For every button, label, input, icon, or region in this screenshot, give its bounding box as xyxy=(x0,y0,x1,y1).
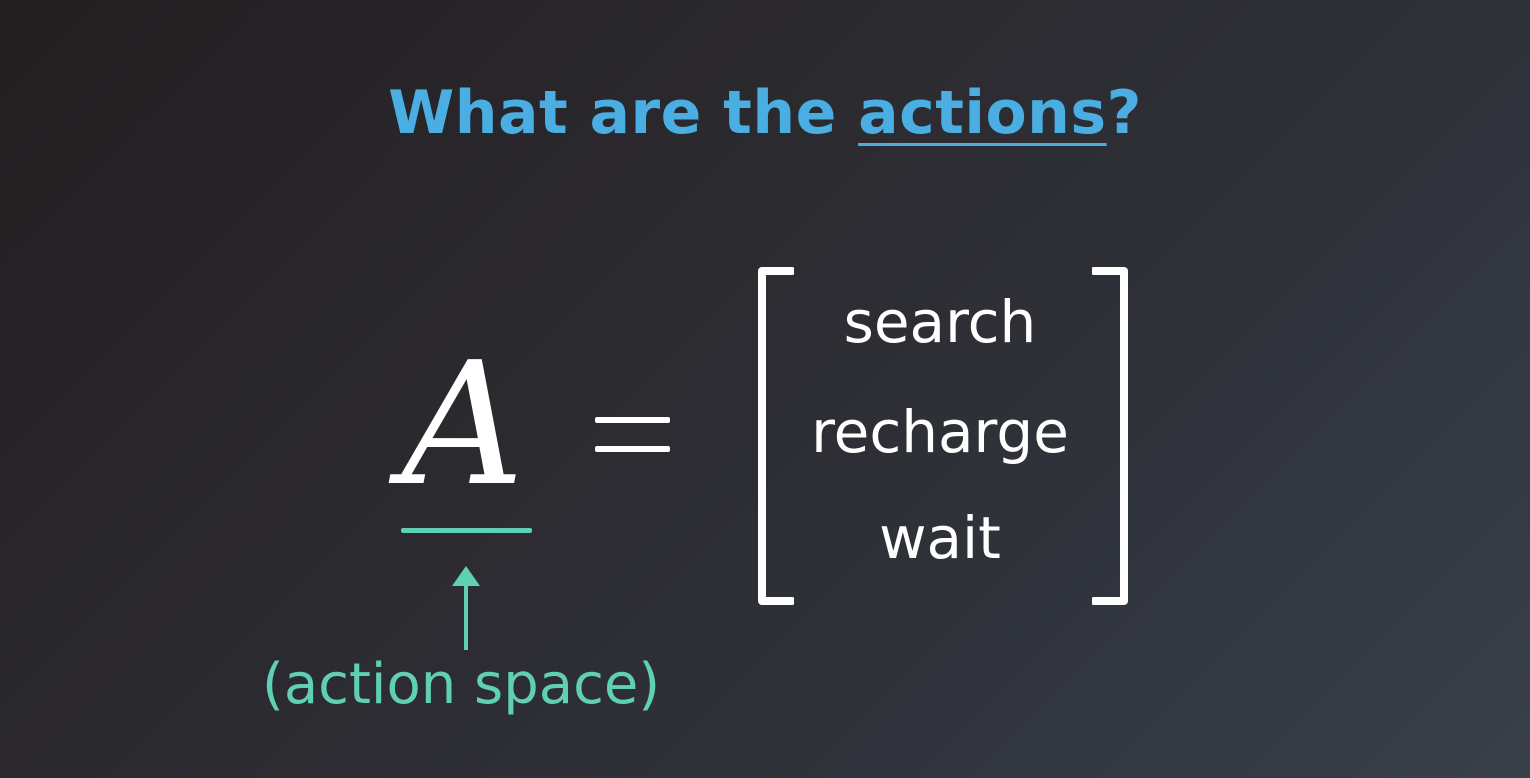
action-item: recharge xyxy=(811,398,1069,466)
slide-title: What are the actions? xyxy=(0,78,1530,148)
title-suffix: ? xyxy=(1106,78,1142,148)
action-list: search recharge wait xyxy=(790,288,1090,588)
title-prefix: What are the xyxy=(388,78,859,148)
title-keyword: actions xyxy=(858,78,1107,148)
symbol-underline xyxy=(401,528,532,533)
action-item: search xyxy=(843,288,1037,356)
action-space-symbol: A xyxy=(401,326,525,524)
annotation-label: (action space) xyxy=(262,652,661,717)
arrow-up-icon xyxy=(452,566,480,650)
action-item: wait xyxy=(879,504,1001,572)
left-bracket xyxy=(758,267,794,605)
right-bracket xyxy=(1092,267,1128,605)
slide: What are the actions? A (action space) s… xyxy=(0,0,1530,778)
equals-sign xyxy=(595,417,670,457)
